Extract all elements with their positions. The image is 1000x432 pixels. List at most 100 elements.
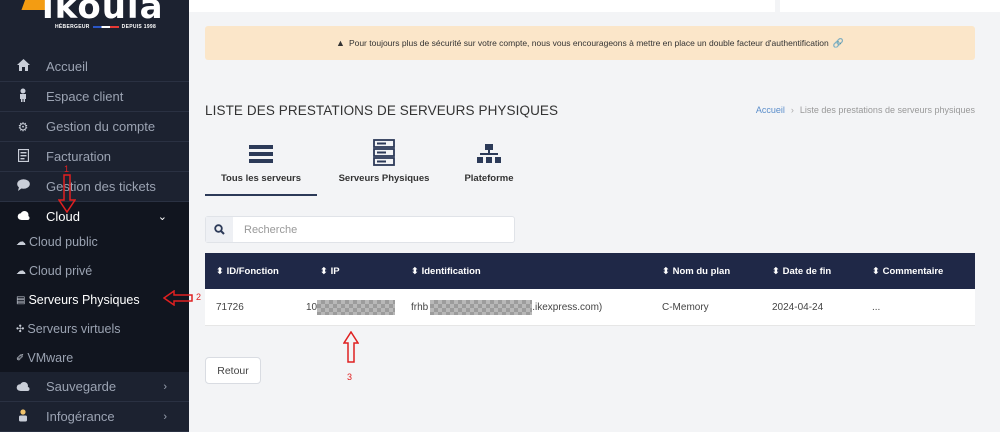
- sort-icon: ⬍: [411, 265, 419, 277]
- home-icon: [15, 59, 31, 74]
- cloud-lock-icon: ☁: [16, 265, 26, 277]
- sidebar-item-facturation[interactable]: Facturation: [0, 142, 189, 172]
- sort-icon: ⬍: [872, 265, 880, 277]
- submenu-item-label: Serveurs virtuels: [27, 322, 121, 336]
- cell-plan: C-Memory: [662, 301, 709, 313]
- sort-icon: ⬍: [320, 265, 328, 277]
- submenu-item-vmware[interactable]: ✐ VMware: [16, 344, 73, 372]
- breadcrumb-separator: ›: [790, 105, 794, 115]
- cell-identification: frhb .ikexpress.com): [411, 289, 602, 325]
- top-bar: [189, 0, 775, 12]
- sidebar-item-label: Sauvegarde: [46, 379, 117, 394]
- chevron-right-icon: ›: [163, 410, 167, 423]
- warning-icon: ▲: [336, 38, 345, 48]
- sidebar-item-label: Accueil: [46, 59, 88, 74]
- tab-label: Serveurs Physiques: [338, 173, 430, 184]
- submenu-item-label: Cloud privé: [29, 264, 93, 278]
- cell-id: 71726: [216, 301, 244, 313]
- breadcrumb: Accueil › Liste des prestations de serveur…: [756, 105, 975, 115]
- cell-ip: 10: [306, 289, 396, 325]
- alert-text: Pour toujours plus de sécurité sur votre…: [348, 38, 829, 48]
- annotation-step-1: 1: [64, 164, 70, 174]
- cloud-submenu: ☁ Cloud public ☁ Cloud privé ▤ Serveurs …: [0, 228, 189, 372]
- cloud-icon: [15, 209, 31, 223]
- gear-icon: ⚙: [17, 119, 29, 134]
- column-header-comment[interactable]: ⬍ Commentaire: [872, 253, 943, 289]
- column-label: IP: [330, 265, 340, 277]
- user-icon: [15, 88, 31, 105]
- top-bar-right: [780, 0, 1000, 12]
- table-header: ⬍ ID/Fonction ⬍ IP ⬍ Identification ⬍ No…: [205, 253, 975, 289]
- link-icon[interactable]: 🔗: [833, 38, 844, 49]
- column-header-plan[interactable]: ⬍ Nom du plan: [662, 253, 730, 289]
- chat-bubble-icon: [15, 179, 31, 194]
- cloud-icon: ☁: [16, 236, 26, 248]
- tab-label: Plateforme: [464, 173, 514, 184]
- tab-tous-les-serveurs[interactable]: Tous les serveurs: [205, 138, 317, 196]
- search-input[interactable]: [242, 220, 506, 240]
- logo-subtitle: HÉBERGEUR DEPUIS 1998: [55, 24, 156, 30]
- cell-comment: ...: [872, 301, 881, 313]
- sidebar-item-gestion-compte[interactable]: ⚙ Gestion du compte: [0, 112, 189, 142]
- search-box: [205, 216, 515, 243]
- virtual-servers-icon: ✣: [16, 323, 25, 335]
- flag-icon: [92, 25, 119, 28]
- cell-identification-suffix: .ikexpress.com): [532, 301, 603, 313]
- annotation-arrow-up-icon: [343, 331, 359, 363]
- annotation-step-3: 3: [347, 372, 353, 382]
- submenu-item-serveurs-physiques[interactable]: ▤ Serveurs Physiques: [16, 286, 140, 314]
- annotation-arrow-left-icon: [163, 290, 193, 306]
- table-row[interactable]: 71726 10 frhb .ikexpress.com) C-Memory 20…: [205, 289, 975, 326]
- security-alert: ▲ Pour toujours plus de sécurité sur vot…: [205, 26, 975, 60]
- sort-icon: ⬍: [662, 265, 670, 277]
- sidebar: ikoula HÉBERGEUR DEPUIS 1998 Accueil Espa…: [0, 0, 189, 432]
- logo-text: ikoula: [42, 0, 164, 27]
- tab-label: Tous les serveurs: [220, 173, 302, 184]
- breadcrumb-current: Liste des prestations de serveurs physiq…: [799, 105, 975, 115]
- sidebar-item-accueil[interactable]: Accueil: [0, 52, 189, 82]
- sidebar-item-label: Infogérance: [46, 409, 115, 424]
- sidebar-item-cloud[interactable]: Cloud ⌄: [0, 202, 189, 230]
- submenu-item-label: VMware: [27, 351, 74, 365]
- submenu-item-label: Serveurs Physiques: [28, 293, 140, 307]
- tab-plateforme[interactable]: Plateforme: [444, 138, 534, 194]
- chevron-down-icon: ⌄: [157, 210, 167, 223]
- column-header-ip[interactable]: ⬍ IP: [320, 253, 340, 289]
- column-header-id[interactable]: ⬍ ID/Fonction: [216, 253, 279, 289]
- redacted-mask: [317, 299, 396, 315]
- logo[interactable]: ikoula HÉBERGEUR DEPUIS 1998: [0, 0, 189, 49]
- server-icon: ▤: [16, 294, 26, 306]
- column-header-end-date[interactable]: ⬍ Date de fin: [772, 253, 831, 289]
- submenu-item-cloud-public[interactable]: ☁ Cloud public: [16, 228, 98, 256]
- sidebar-item-tickets[interactable]: Gestion des tickets: [0, 172, 189, 202]
- column-header-identification[interactable]: ⬍ Identification: [411, 253, 481, 289]
- tab-serveurs-physiques[interactable]: Serveurs Physiques: [328, 138, 440, 194]
- sidebar-item-espace-client[interactable]: Espace client: [0, 82, 189, 112]
- sidebar-item-sauvegarde[interactable]: Sauvegarde ›: [0, 372, 189, 402]
- person-icon: [15, 408, 31, 425]
- column-label: ID/Fonction: [226, 265, 279, 277]
- submenu-item-serveurs-virtuels[interactable]: ✣ Serveurs virtuels: [16, 315, 120, 343]
- logo-subtitle-left: HÉBERGEUR: [55, 24, 90, 30]
- redacted-mask: [430, 299, 533, 315]
- back-button[interactable]: Retour: [205, 357, 261, 384]
- page-title: LISTE DES PRESTATIONS DE SERVEURS PHYSIQ…: [205, 103, 559, 118]
- sidebar-item-infogerance[interactable]: Infogérance ›: [0, 402, 189, 432]
- sort-icon: ⬍: [216, 265, 224, 277]
- server-stack-icon: [328, 138, 440, 168]
- submenu-item-cloud-prive[interactable]: ☁ Cloud privé: [16, 257, 92, 285]
- column-label: Nom du plan: [672, 265, 731, 277]
- annotation-arrow-down-icon: [58, 174, 76, 214]
- network-icon: [444, 138, 534, 168]
- breadcrumb-home-link[interactable]: Accueil: [756, 105, 785, 115]
- search-icon[interactable]: [206, 217, 233, 242]
- annotation-step-2: 2: [196, 292, 202, 302]
- chevron-right-icon: ›: [163, 380, 167, 393]
- cloud-backup-icon: [15, 380, 31, 394]
- invoice-icon: [15, 148, 31, 165]
- logo-subtitle-right: DEPUIS 1998: [121, 24, 157, 30]
- list-bars-icon: [205, 138, 317, 168]
- submenu-item-label: Cloud public: [29, 235, 98, 249]
- sidebar-item-label: Gestion du compte: [46, 119, 156, 134]
- column-label: Identification: [421, 265, 481, 277]
